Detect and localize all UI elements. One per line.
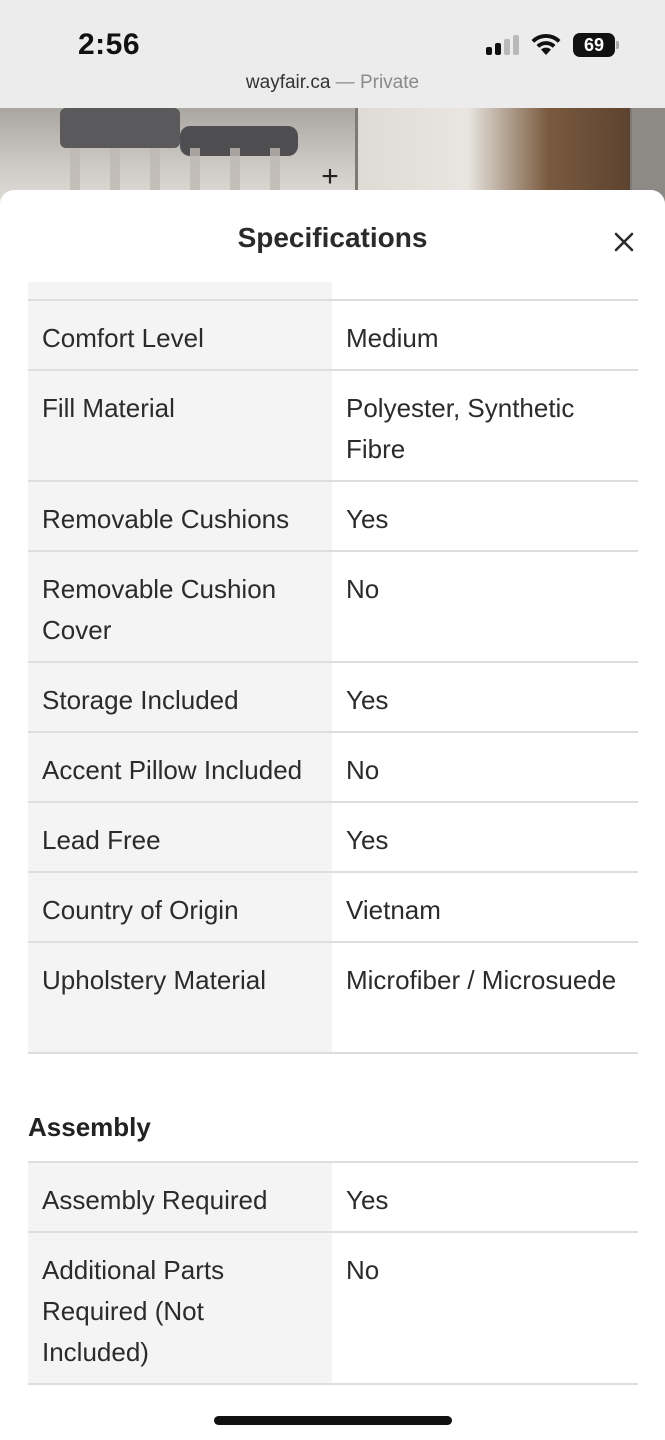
spec-label: Additional Parts Required (Not Included) [28, 1233, 332, 1383]
spec-label: Accent Pillow Included [28, 733, 332, 801]
sheet-title: Specifications [237, 222, 428, 253]
close-button[interactable] [606, 224, 642, 260]
table-row: Accent Pillow Included No [28, 733, 638, 803]
private-mode-label: Private [359, 72, 420, 93]
spec-label: Lead Free [28, 803, 332, 871]
spec-value: Microfiber / Microsuede [346, 965, 617, 995]
spec-value: Vietnam [346, 895, 441, 925]
table-row: Fill Material Polyester, Synthetic Fibre [28, 371, 638, 482]
assembly-table: Assembly Required Yes Additional Parts R… [28, 1161, 638, 1385]
status-time: 2:56 [78, 28, 141, 61]
battery-icon: 69 [573, 33, 619, 57]
spec-value: Yes [346, 1185, 389, 1215]
table-row: Additional Parts Required (Not Included)… [28, 1233, 638, 1385]
spec-value: Yes [346, 685, 389, 715]
specs-table: Comfort Level Medium Fill Material Polye… [28, 282, 638, 1054]
table-row: Storage Included Yes [28, 663, 638, 733]
spec-value: Yes [346, 504, 389, 534]
spec-label: Country of Origin [28, 873, 332, 941]
table-row: Removable Cushion Cover No [28, 552, 638, 663]
table-row: Assembly Required Yes [28, 1163, 638, 1233]
spec-value: No [346, 574, 380, 604]
specifications-sheet: Specifications Comfort Level Medium Fill… [0, 190, 665, 1440]
url-domain: wayfair.ca [245, 72, 331, 93]
spec-label: Removable Cushion Cover [28, 552, 332, 661]
table-row: Comfort Level Medium [28, 301, 638, 371]
wifi-icon [530, 31, 562, 57]
table-row [28, 282, 638, 301]
screen: 2:56 69 wayfair.ca — Private + Specifica… [0, 0, 665, 1440]
spec-label: Comfort Level [28, 301, 332, 369]
home-indicator[interactable] [214, 1416, 452, 1425]
spec-label: Removable Cushions [28, 482, 332, 550]
battery-level: 69 [583, 35, 605, 55]
status-bar: 2:56 69 wayfair.ca — Private [0, 0, 665, 108]
spec-label: Fill Material [28, 371, 332, 480]
spec-value: Medium [346, 323, 439, 353]
table-row: Country of Origin Vietnam [28, 873, 638, 943]
spec-value: Yes [346, 825, 389, 855]
assembly-heading: Assembly [28, 1112, 151, 1142]
cellular-signal-icon [486, 35, 520, 55]
spec-value: Polyester, Synthetic Fibre [346, 393, 575, 464]
table-row: Lead Free Yes [28, 803, 638, 873]
spec-value: No [346, 755, 380, 785]
address-bar[interactable]: wayfair.ca — Private [0, 72, 665, 94]
spec-value: No [346, 1255, 380, 1285]
close-icon [614, 232, 634, 252]
spec-label: Assembly Required [28, 1163, 332, 1231]
table-row: Upholstery Material Microfiber / Microsu… [28, 943, 638, 1054]
url-separator: — [335, 72, 355, 93]
table-row: Removable Cushions Yes [28, 482, 638, 552]
spec-label: Upholstery Material [28, 943, 332, 1052]
plus-icon[interactable]: + [316, 162, 344, 192]
spec-label: Storage Included [28, 663, 332, 731]
